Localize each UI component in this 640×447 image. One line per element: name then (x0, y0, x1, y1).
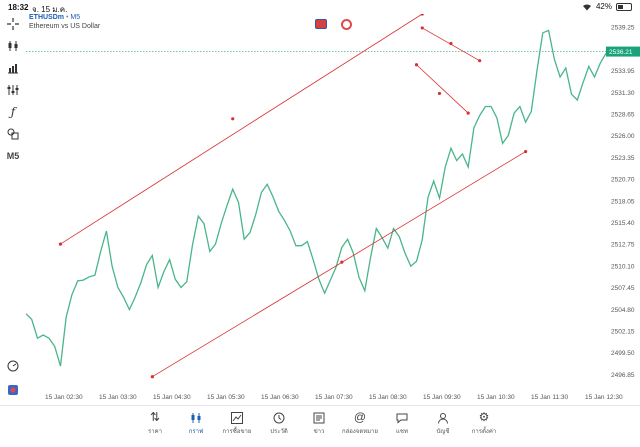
trading-toggle-icon[interactable] (3, 380, 23, 400)
chat-icon (380, 408, 424, 426)
news-icon (297, 408, 341, 426)
status-bar: 18:32 จ. 15 ม.ค. 42% (0, 0, 640, 14)
trendline-anchor (466, 111, 470, 115)
trendline-anchor (420, 26, 424, 30)
y-tick-label: 2528.65 (611, 111, 635, 118)
trendline-anchor (58, 242, 63, 246)
x-tick-label: 15 Jan 11:30 (531, 394, 568, 401)
wifi-icon (582, 3, 591, 11)
battery-percent: 42% (595, 2, 612, 11)
x-tick-label: 15 Jan 09:30 (423, 394, 461, 401)
y-tick-label: 2520.70 (611, 177, 635, 184)
y-tick-label: 2515.40 (611, 220, 635, 227)
battery-icon (616, 2, 632, 11)
trendline-anchor (524, 149, 528, 154)
nav-chat-label: แชท (396, 429, 408, 435)
nav-trade[interactable]: การซื้อขาย (215, 408, 259, 436)
nav-chart-label: กราฟ (188, 429, 204, 435)
chart-icon (174, 408, 218, 426)
trendline-anchor (414, 63, 419, 67)
trendline-anchor (340, 260, 344, 264)
account-icon (421, 408, 465, 426)
crosshair-icon[interactable] (3, 14, 23, 34)
trendline-anchor (231, 117, 235, 121)
status-right: 42% (582, 2, 632, 11)
function-icon[interactable]: ƒ (3, 102, 23, 122)
history-icon (257, 408, 301, 426)
nav-settings[interactable]: ⚙ การตั้งค่า (462, 408, 506, 436)
nav-account-label: บัญชี (436, 429, 450, 435)
y-tick-label: 2539.25 (611, 25, 635, 32)
y-tick-label: 2499.50 (611, 350, 635, 357)
bottom-nav: ⇅ ราคา กราฟ การซื้อขาย ประวัติ ข่าว @ กล… (0, 405, 640, 447)
price-series-line (26, 29, 607, 367)
indicators-icon[interactable] (3, 80, 23, 100)
mailbox-icon: @ (353, 410, 367, 424)
trendline-anchor (420, 14, 424, 16)
timeframe-button[interactable]: M5 (3, 146, 23, 166)
y-tick-label: 2507.45 (611, 285, 635, 292)
nav-chart[interactable]: กราฟ (174, 408, 218, 436)
quotes-icon: ⇅ (149, 410, 161, 424)
nav-quotes[interactable]: ⇅ ราคา (133, 408, 177, 436)
y-tick-label: 2512.75 (611, 242, 635, 249)
y-tick-label: 2526.00 (611, 133, 635, 140)
y-tick-label: 2518.05 (611, 198, 635, 205)
nav-settings-label: การตั้งค่า (471, 429, 497, 435)
nav-history-label: ประวัติ (270, 429, 288, 435)
y-tick-label: 2510.10 (611, 263, 635, 270)
status-time: 18:32 (8, 3, 29, 12)
nav-account[interactable]: บัญชี (421, 408, 465, 436)
y-tick-label: 2531.30 (611, 90, 635, 97)
x-tick-label: 15 Jan 08:30 (369, 394, 407, 401)
y-tick-label: 2496.85 (611, 372, 635, 379)
trendline-anchor (150, 375, 154, 379)
nav-chat[interactable]: แชท (380, 408, 424, 436)
bar-chart-icon[interactable] (3, 58, 23, 78)
candlestick-icon[interactable] (3, 36, 23, 56)
nav-mailbox[interactable]: @ กล่องจดหมาย (338, 408, 382, 436)
trendline-anchor (449, 41, 453, 46)
y-tick-label: 2502.15 (611, 328, 635, 335)
trendline-peak-down-2 (416, 64, 469, 114)
nav-trade-label: การซื้อขาย (222, 429, 252, 435)
left-toolbar: ƒ M5 (0, 14, 26, 409)
y-tick-label: 2533.95 (611, 68, 635, 75)
price-chart[interactable]: 2539.252536.552533.952531.302528.652526.… (26, 14, 640, 405)
x-tick-label: 15 Jan 07:30 (315, 394, 353, 401)
x-tick-label: 15 Jan 02:30 (45, 394, 83, 401)
x-tick-label: 15 Jan 03:30 (99, 394, 137, 401)
nav-quotes-label: ราคา (148, 429, 162, 435)
speedometer-icon[interactable] (3, 356, 23, 376)
x-tick-label: 15 Jan 12:30 (585, 394, 623, 401)
x-tick-label: 15 Jan 05:30 (207, 394, 245, 401)
trade-icon (215, 408, 259, 426)
trendline-anchor (437, 91, 442, 96)
settings-icon: ⚙ (478, 410, 490, 424)
x-tick-label: 15 Jan 10:30 (477, 394, 515, 401)
trendline-channel-lower (152, 151, 526, 378)
x-tick-label: 15 Jan 04:30 (153, 394, 191, 401)
y-tick-label: 2504.80 (611, 307, 635, 314)
trendline-channel-upper (60, 14, 423, 245)
nav-news[interactable]: ข่าว (297, 408, 341, 436)
nav-history[interactable]: ประวัติ (257, 408, 301, 436)
current-price-label: 2536.21 (609, 49, 633, 56)
trendline-anchor (478, 59, 482, 63)
nav-mailbox-label: กล่องจดหมาย (341, 429, 379, 435)
x-tick-label: 15 Jan 06:30 (261, 394, 299, 401)
nav-news-label: ข่าว (313, 429, 325, 435)
y-tick-label: 2523.35 (611, 155, 635, 162)
shapes-icon[interactable] (3, 124, 23, 144)
